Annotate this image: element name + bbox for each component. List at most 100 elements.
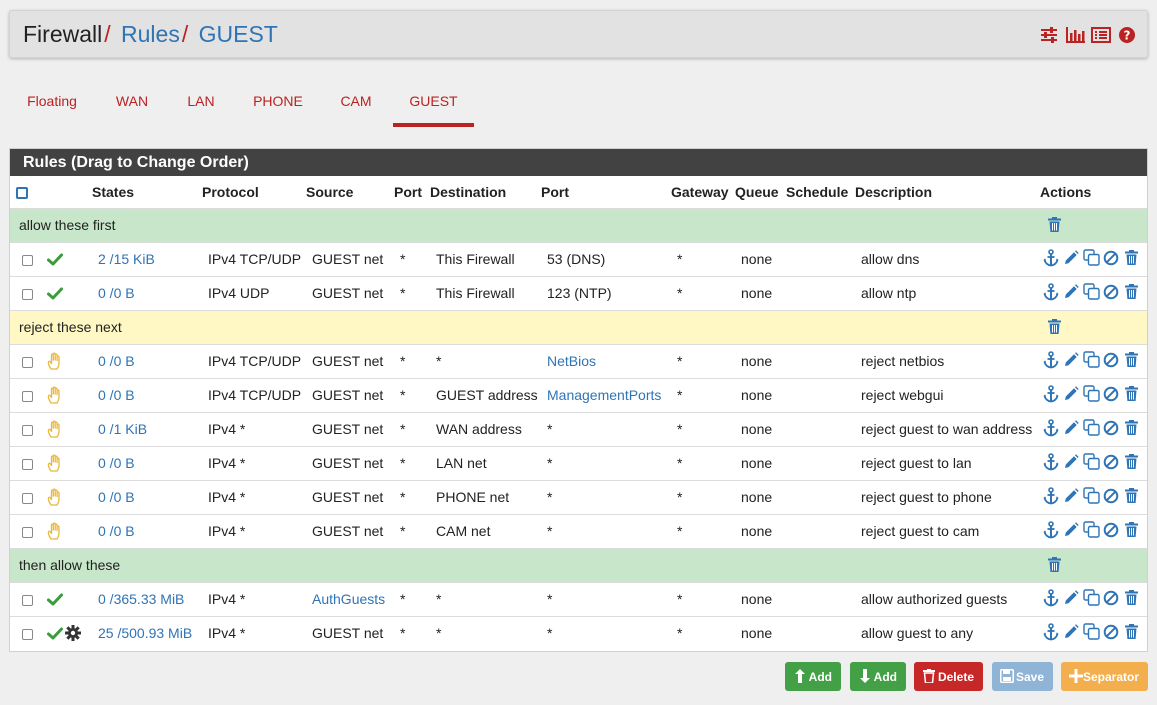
separator-button[interactable]: Separator: [1061, 662, 1148, 691]
save-button[interactable]: Save: [992, 662, 1053, 691]
trash-icon[interactable]: [1122, 351, 1140, 369]
trash-icon[interactable]: [1122, 419, 1140, 437]
rule-row[interactable]: 2 /15 KiB IPv4 TCP/UDP GUEST net * This Fire…: [10, 241, 1147, 276]
destination-port-alias-link[interactable]: NetBios: [547, 353, 596, 369]
tab-phone[interactable]: PHONE: [244, 86, 312, 127]
clone-icon[interactable]: [1082, 521, 1100, 539]
select-all-checkbox[interactable]: [16, 187, 28, 200]
breadcrumb-guest-link[interactable]: GUEST: [199, 21, 278, 47]
rule-row[interactable]: 25 /500.93 MiB IPv4 * GUEST net * * * * none all…: [10, 615, 1147, 650]
anchor-icon[interactable]: [1042, 350, 1060, 369]
states-link[interactable]: 0 /0 B: [98, 489, 135, 505]
anchor-icon[interactable]: [1042, 452, 1060, 471]
anchor-icon[interactable]: [1042, 486, 1060, 505]
anchor-icon[interactable]: [1042, 588, 1060, 607]
trash-icon[interactable]: [1122, 487, 1140, 505]
anchor-icon[interactable]: [1042, 418, 1060, 437]
states-link[interactable]: 0 /365.33 MiB: [98, 591, 184, 607]
trash-icon[interactable]: [1122, 623, 1140, 641]
ban-icon[interactable]: [1102, 385, 1120, 403]
rule-checkbox[interactable]: [22, 458, 33, 470]
add-top-button[interactable]: Add: [785, 662, 841, 691]
destination-port-alias-link[interactable]: ManagementPorts: [547, 387, 661, 403]
trash-icon[interactable]: [1045, 317, 1063, 335]
ban-icon[interactable]: [1102, 283, 1120, 301]
tab-wan[interactable]: WAN: [106, 86, 158, 127]
rule-row[interactable]: 0 /0 B IPv4 * GUEST net * PHONE net * * none rej…: [10, 479, 1147, 514]
anchor-icon[interactable]: [1042, 282, 1060, 301]
rule-row[interactable]: 0 /0 B IPv4 UDP GUEST net * This Firewall 123…: [10, 275, 1147, 310]
tab-cam[interactable]: CAM: [330, 86, 382, 127]
rule-checkbox[interactable]: [22, 390, 33, 402]
trash-icon[interactable]: [1045, 555, 1063, 573]
separator-row[interactable]: reject these next: [10, 309, 1147, 344]
clone-icon[interactable]: [1082, 487, 1100, 505]
list-icon[interactable]: [1091, 25, 1111, 45]
ban-icon[interactable]: [1102, 453, 1120, 471]
ban-icon[interactable]: [1102, 521, 1120, 539]
ban-icon[interactable]: [1102, 419, 1120, 437]
delete-button[interactable]: Delete: [914, 662, 983, 691]
anchor-icon[interactable]: [1042, 520, 1060, 539]
states-link[interactable]: 0 /1 KiB: [98, 421, 147, 437]
rule-row[interactable]: 0 /0 B IPv4 * GUEST net * CAM net * * none rejec…: [10, 513, 1147, 548]
clone-icon[interactable]: [1082, 249, 1100, 267]
rule-checkbox[interactable]: [22, 356, 33, 368]
help-icon[interactable]: ?: [1117, 25, 1137, 45]
rule-row[interactable]: 0 /1 KiB IPv4 * GUEST net * WAN address * * non…: [10, 411, 1147, 446]
sliders-icon[interactable]: [1039, 25, 1059, 45]
rule-checkbox[interactable]: [22, 492, 33, 504]
ban-icon[interactable]: [1102, 623, 1120, 641]
pencil-icon[interactable]: [1062, 351, 1080, 369]
separator-row[interactable]: allow these first: [10, 207, 1147, 242]
rule-row[interactable]: 0 /0 B IPv4 TCP/UDP GUEST net * GUEST addres…: [10, 377, 1147, 412]
pencil-icon[interactable]: [1062, 453, 1080, 471]
states-link[interactable]: 2 /15 KiB: [98, 251, 155, 267]
ban-icon[interactable]: [1102, 487, 1120, 505]
clone-icon[interactable]: [1082, 623, 1100, 641]
rule-checkbox[interactable]: [22, 594, 33, 606]
clone-icon[interactable]: [1082, 453, 1100, 471]
tab-guest[interactable]: GUEST: [393, 86, 474, 127]
rule-checkbox[interactable]: [22, 629, 33, 641]
pencil-icon[interactable]: [1062, 419, 1080, 437]
tab-floating[interactable]: Floating: [10, 86, 94, 127]
anchor-icon[interactable]: [1042, 248, 1060, 267]
clone-icon[interactable]: [1082, 283, 1100, 301]
tab-lan[interactable]: LAN: [178, 86, 224, 127]
ban-icon[interactable]: [1102, 351, 1120, 369]
clone-icon[interactable]: [1082, 385, 1100, 403]
states-link[interactable]: 25 /500.93 MiB: [98, 625, 192, 641]
pencil-icon[interactable]: [1062, 521, 1080, 539]
states-link[interactable]: 0 /0 B: [98, 387, 135, 403]
rule-row[interactable]: 0 /0 B IPv4 TCP/UDP GUEST net * * NetBios * non…: [10, 343, 1147, 378]
pencil-icon[interactable]: [1062, 385, 1080, 403]
trash-icon[interactable]: [1122, 589, 1140, 607]
trash-icon[interactable]: [1122, 453, 1140, 471]
breadcrumb-rules-link[interactable]: Rules: [121, 21, 180, 47]
clone-icon[interactable]: [1082, 419, 1100, 437]
separator-row[interactable]: then allow these: [10, 547, 1147, 582]
states-link[interactable]: 0 /0 B: [98, 523, 135, 539]
pencil-icon[interactable]: [1062, 283, 1080, 301]
pencil-icon[interactable]: [1062, 249, 1080, 267]
anchor-icon[interactable]: [1042, 622, 1060, 641]
trash-icon[interactable]: [1045, 215, 1063, 233]
states-link[interactable]: 0 /0 B: [98, 455, 135, 471]
pencil-icon[interactable]: [1062, 623, 1080, 641]
trash-icon[interactable]: [1122, 283, 1140, 301]
source-alias-link[interactable]: AuthGuests: [312, 591, 385, 607]
trash-icon[interactable]: [1122, 521, 1140, 539]
trash-icon[interactable]: [1122, 385, 1140, 403]
ban-icon[interactable]: [1102, 249, 1120, 267]
ban-icon[interactable]: [1102, 589, 1120, 607]
pencil-icon[interactable]: [1062, 487, 1080, 505]
clone-icon[interactable]: [1082, 589, 1100, 607]
states-link[interactable]: 0 /0 B: [98, 285, 135, 301]
bar-chart-icon[interactable]: [1065, 25, 1085, 45]
pencil-icon[interactable]: [1062, 589, 1080, 607]
rule-row[interactable]: 0 /365.33 MiB IPv4 * AuthGuests * * * * none all…: [10, 581, 1147, 616]
rule-checkbox[interactable]: [22, 254, 33, 266]
clone-icon[interactable]: [1082, 351, 1100, 369]
add-bottom-button[interactable]: Add: [850, 662, 906, 691]
